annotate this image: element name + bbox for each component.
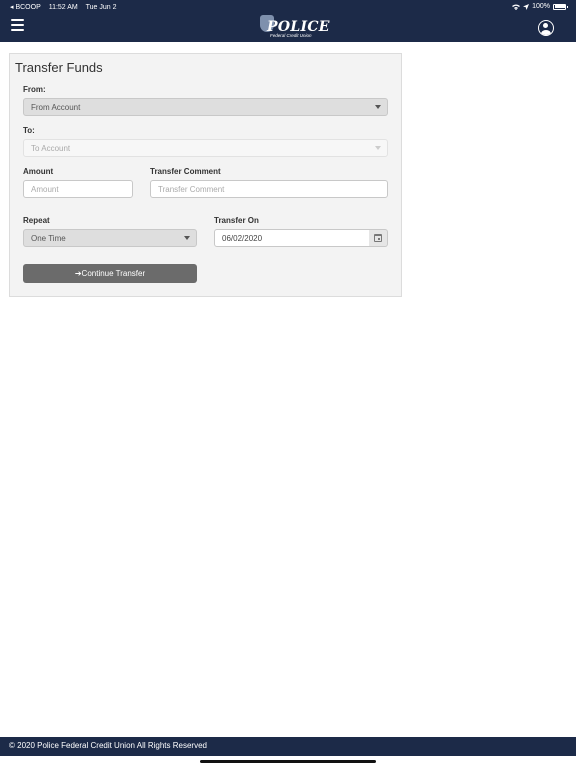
- transfer-on-label: Transfer On: [214, 216, 259, 225]
- app-header: ◂ BCOOP 11:52 AM Tue Jun 2 100% POLICE F…: [0, 0, 576, 42]
- amount-placeholder: Amount: [31, 185, 59, 194]
- continue-transfer-button[interactable]: ➔Continue Transfer: [23, 264, 197, 283]
- transfer-comment-label: Transfer Comment: [150, 167, 221, 176]
- battery-icon: [553, 3, 568, 10]
- police-fcu-logo: POLICE Federal Credit Union: [258, 14, 329, 40]
- wifi-icon: [512, 4, 521, 10]
- caret-down-icon: [184, 236, 190, 240]
- status-time: 11:52 AM: [48, 4, 78, 11]
- to-label: To:: [23, 126, 35, 135]
- from-account-select[interactable]: From Account: [23, 98, 388, 116]
- repeat-select[interactable]: One Time: [23, 229, 197, 247]
- repeat-label: Repeat: [23, 216, 50, 225]
- from-account-value: From Account: [31, 103, 81, 112]
- status-bar: ◂ BCOOP 11:52 AM Tue Jun 2 100%: [0, 3, 576, 13]
- transfer-date-value: 06/02/2020: [222, 234, 263, 243]
- home-indicator[interactable]: [200, 760, 376, 763]
- location-icon: [523, 3, 530, 10]
- battery-percent: 100%: [532, 3, 550, 10]
- profile-icon[interactable]: [538, 20, 554, 36]
- logo-subtext: Federal Credit Union: [270, 33, 312, 38]
- caret-down-icon: [375, 105, 381, 109]
- amount-label: Amount: [23, 167, 54, 176]
- to-account-select[interactable]: To Account: [23, 139, 388, 157]
- repeat-value: One Time: [31, 234, 66, 243]
- calendar-icon: [374, 234, 382, 242]
- transfer-comment-placeholder: Transfer Comment: [158, 185, 225, 194]
- copyright-text: © 2020 Police Federal Credit Union All R…: [9, 741, 207, 750]
- menu-icon[interactable]: [11, 19, 24, 31]
- calendar-button[interactable]: [369, 229, 388, 247]
- status-date: Tue Jun 2: [85, 4, 117, 11]
- amount-input[interactable]: Amount: [23, 180, 133, 198]
- from-label: From:: [23, 85, 46, 94]
- caret-down-icon: [375, 146, 381, 150]
- to-account-value: To Account: [31, 144, 71, 153]
- page-title: Transfer Funds: [15, 60, 103, 75]
- transfer-comment-input[interactable]: Transfer Comment: [150, 180, 388, 198]
- carrier-label[interactable]: ◂ BCOOP: [10, 4, 41, 11]
- transfer-date-input[interactable]: 06/02/2020: [214, 229, 370, 247]
- footer: © 2020 Police Federal Credit Union All R…: [0, 737, 576, 756]
